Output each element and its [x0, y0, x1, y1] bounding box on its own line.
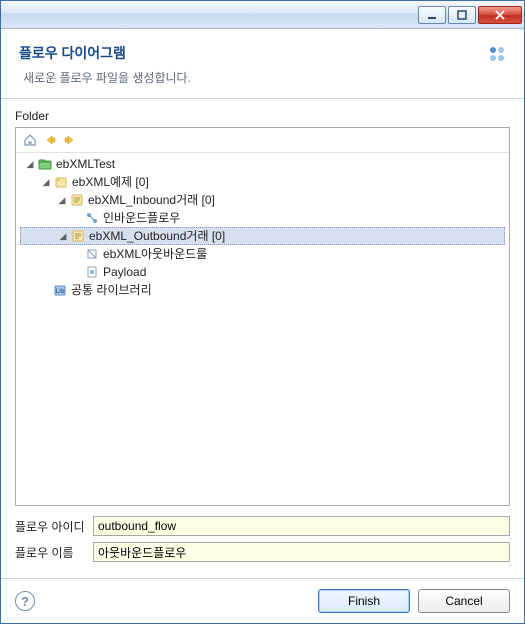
tree-item[interactable]: ◢ ebXML예제 [0] — [20, 173, 505, 191]
collapse-icon[interactable]: ◢ — [56, 194, 68, 206]
collapse-icon[interactable]: ◢ — [40, 176, 52, 188]
flow-name-input[interactable] — [93, 542, 510, 562]
tree-label: ebXML예제 [0] — [72, 173, 149, 191]
folder-tree[interactable]: ◢ ebXMLTest ◢ ebXML예제 [0] ◢ — [16, 153, 509, 301]
cancel-button[interactable]: Cancel — [418, 589, 510, 613]
library-icon: Lib — [52, 282, 68, 298]
dialog-footer: ? Finish Cancel — [1, 578, 524, 623]
tree-item[interactable]: 인바운드플로우 — [20, 209, 505, 227]
payload-icon — [84, 264, 100, 280]
dialog-title: 플로우 다이어그램 — [19, 43, 488, 63]
flow-id-row: 플로우 아이디 — [15, 516, 510, 536]
flow-id-input[interactable] — [93, 516, 510, 536]
minimize-icon — [427, 10, 437, 20]
dialog-header: 플로우 다이어그램 새로운 플로우 파일을 생성합니다. — [1, 29, 524, 99]
forward-icon[interactable] — [62, 132, 78, 148]
collapse-icon[interactable]: ◢ — [57, 230, 69, 242]
collapse-icon[interactable]: ◢ — [24, 158, 36, 170]
folder-label: Folder — [15, 109, 510, 123]
tree-label: ebXML아웃바운드룰 — [103, 245, 207, 263]
flow-id-label: 플로우 아이디 — [15, 518, 93, 535]
package-icon — [53, 174, 69, 190]
tree-toolbar — [16, 128, 509, 153]
tree-item[interactable]: ◢ ebXML_Inbound거래 [0] — [20, 191, 505, 209]
tree-label: 공통 라이브러리 — [71, 281, 152, 299]
folder-tree-panel: ◢ ebXMLTest ◢ ebXML예제 [0] ◢ — [15, 127, 510, 506]
tree-item[interactable]: Payload — [20, 263, 505, 281]
transaction-icon — [70, 228, 86, 244]
dialog-description: 새로운 플로우 파일을 생성합니다. — [23, 69, 488, 86]
tree-item[interactable]: Lib 공통 라이브러리 — [20, 281, 505, 299]
titlebar — [1, 1, 524, 29]
wizard-icon — [488, 45, 506, 66]
tree-item-selected[interactable]: ◢ ebXML_Outbound거래 [0] — [20, 227, 505, 245]
close-icon — [495, 10, 505, 20]
back-icon[interactable] — [42, 132, 58, 148]
tree-label: ebXMLTest — [56, 155, 115, 173]
flow-name-label: 플로우 이름 — [15, 544, 93, 561]
tree-label: ebXML_Inbound거래 [0] — [88, 191, 215, 209]
maximize-icon — [457, 10, 467, 20]
svg-text:Lib: Lib — [56, 289, 65, 295]
project-icon — [37, 156, 53, 172]
tree-label: ebXML_Outbound거래 [0] — [89, 227, 225, 245]
tree-label: 인바운드플로우 — [103, 209, 180, 227]
minimize-button[interactable] — [418, 6, 446, 24]
home-icon[interactable] — [22, 132, 38, 148]
dialog-window: 플로우 다이어그램 새로운 플로우 파일을 생성합니다. Folder — [0, 0, 525, 624]
finish-button[interactable]: Finish — [318, 589, 410, 613]
dialog-content: Folder ◢ — [1, 99, 524, 578]
tree-label: Payload — [103, 263, 146, 281]
tree-item[interactable]: ebXML아웃바운드룰 — [20, 245, 505, 263]
flow-name-row: 플로우 이름 — [15, 542, 510, 562]
help-icon[interactable]: ? — [15, 591, 35, 611]
flow-icon — [84, 210, 100, 226]
maximize-button[interactable] — [448, 6, 476, 24]
transaction-icon — [69, 192, 85, 208]
close-button[interactable] — [478, 6, 522, 24]
tree-item-root[interactable]: ◢ ebXMLTest — [20, 155, 505, 173]
rule-icon — [84, 246, 100, 262]
